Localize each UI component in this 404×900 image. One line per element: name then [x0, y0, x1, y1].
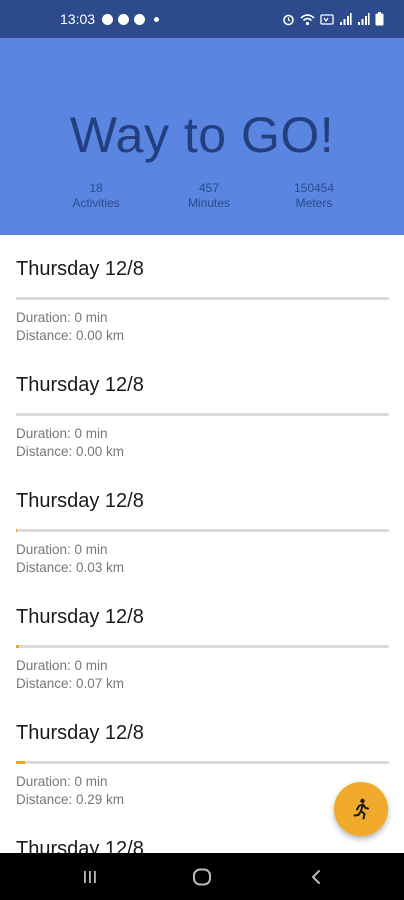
activity-distance: Distance: 0.00 km	[16, 444, 125, 459]
activity-duration: Duration: 0 min	[16, 542, 108, 557]
activity-progress-bar	[16, 761, 389, 764]
start-activity-button[interactable]	[334, 782, 388, 836]
activity-date: Thursday 12/8	[16, 374, 144, 396]
stat-label: Meters	[295, 196, 333, 210]
chat-icon	[102, 13, 114, 25]
wifi-icon	[300, 13, 315, 25]
activity-distance: Distance: 0.07 km	[16, 676, 125, 691]
home-icon	[193, 868, 211, 885]
activity-progress-fill	[16, 529, 18, 532]
activity-duration: Duration: 0 min	[16, 774, 108, 789]
activity-progress-bar	[16, 297, 389, 300]
stat-minutes: 457 Minutes	[154, 181, 264, 211]
activity-card[interactable]: Thursday 12/8 Duration: 0 min Distance: …	[16, 719, 389, 809]
activity-distance: Distance: 0.03 km	[16, 560, 125, 575]
activity-date: Thursday 12/8	[16, 490, 144, 512]
alarm-icon	[283, 14, 294, 25]
activity-distance: Distance: 0.00 km	[16, 328, 125, 343]
home-button[interactable]	[172, 853, 232, 900]
page-title: Way to GO!	[69, 107, 335, 163]
volte-icon	[320, 13, 334, 25]
activity-duration: Duration: 0 min	[16, 426, 108, 441]
notification-icon	[118, 13, 130, 25]
status-time: 13:03	[60, 11, 96, 27]
back-icon	[312, 869, 320, 884]
activity-date: Thursday 12/8	[16, 606, 144, 628]
notification-icon	[134, 13, 146, 25]
activity-card[interactable]: Thursday 12/8 Duration: 0 min Distance: …	[16, 603, 389, 693]
activity-date: Thursday 12/8	[16, 838, 144, 853]
activity-list[interactable]: Thursday 12/8 Duration: 0 min Distance: …	[0, 235, 404, 853]
activity-card[interactable]: Thursday 12/8 Duration: 0 min Distance: …	[16, 255, 389, 345]
activity-card[interactable]: Thursday 12/8 Duration: 0 min Distance: …	[16, 487, 389, 577]
stat-value: 18	[89, 181, 103, 195]
activity-progress-bar	[16, 529, 389, 532]
activity-progress-bar	[16, 413, 389, 416]
activity-card[interactable]: Thursday 12/8	[16, 835, 389, 853]
activity-progress-fill	[16, 645, 19, 648]
stat-value: 457	[198, 181, 220, 195]
system-nav-bar	[0, 853, 404, 900]
back-button[interactable]	[286, 853, 346, 900]
stat-value: 150454	[293, 181, 335, 195]
stat-meters: 150454 Meters	[259, 181, 369, 211]
activity-duration: Duration: 0 min	[16, 310, 108, 325]
activity-distance: Distance: 0.29 km	[16, 792, 125, 807]
recent-apps-button[interactable]	[60, 853, 120, 900]
stats-row: 18 Activities 457 Minutes 150454 Meters	[0, 181, 404, 213]
signal-icon	[358, 12, 370, 25]
battery-icon	[375, 12, 384, 26]
status-bar-left: 13:03	[60, 0, 160, 38]
stat-label: Minutes	[187, 196, 231, 210]
stat-activities: 18 Activities	[41, 181, 151, 211]
status-bar-right	[282, 0, 384, 38]
signal-icon	[340, 12, 352, 25]
activity-date: Thursday 12/8	[16, 722, 144, 744]
summary-header: Way to GO! 18 Activities 457 Minutes 150…	[0, 38, 404, 235]
activity-card[interactable]: Thursday 12/8 Duration: 0 min Distance: …	[16, 371, 389, 461]
stat-label: Activities	[72, 196, 120, 210]
activity-date: Thursday 12/8	[16, 258, 144, 280]
running-person-icon	[353, 798, 369, 820]
activity-progress-fill	[16, 761, 26, 764]
activity-duration: Duration: 0 min	[16, 658, 108, 673]
recent-apps-icon	[84, 870, 96, 883]
dot-icon	[154, 16, 160, 22]
activity-progress-bar	[16, 645, 389, 648]
status-bar: 13:03	[0, 0, 404, 38]
